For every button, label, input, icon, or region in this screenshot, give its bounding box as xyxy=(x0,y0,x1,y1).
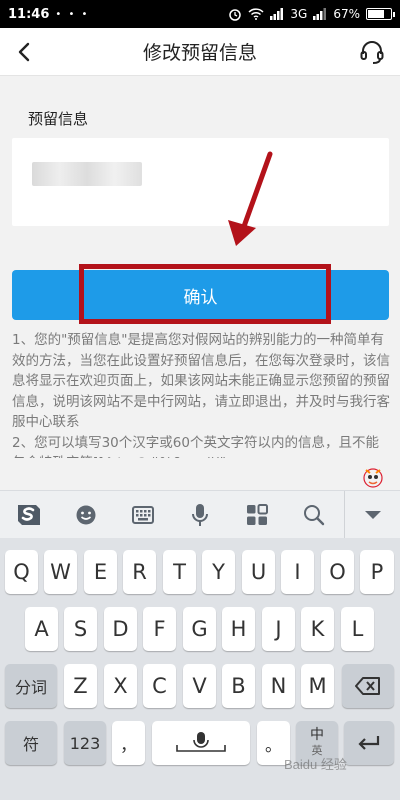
customer-service-button[interactable] xyxy=(358,38,386,66)
key-u[interactable]: U xyxy=(242,550,275,594)
key-l[interactable]: L xyxy=(341,607,374,651)
en-toggle-label: 英 xyxy=(311,744,323,757)
language-toggle-key[interactable]: 中 英 xyxy=(296,721,338,765)
section-label: 预留信息 xyxy=(28,110,89,128)
search-icon xyxy=(303,504,324,525)
signal-icon-2 xyxy=(313,8,327,20)
key-j[interactable]: J xyxy=(262,607,295,651)
key-p[interactable]: P xyxy=(360,550,394,594)
instruction-1: 1、您的"预留信息"是提高您对假网站的辨别能力的一种简单有效的方法，当您在此设置… xyxy=(12,332,390,430)
zh-toggle-label: 中 xyxy=(310,727,324,743)
key-f[interactable]: F xyxy=(143,607,176,651)
nav-bar: 修改预留信息 xyxy=(0,28,400,76)
enter-icon xyxy=(358,736,380,750)
keyboard-icon xyxy=(131,505,154,524)
smiley-icon xyxy=(76,505,95,524)
key-y[interactable]: Y xyxy=(202,550,235,594)
wifi-icon xyxy=(248,8,264,20)
status-bar: 11:46 • • • 3G 67% xyxy=(0,0,400,28)
headset-icon xyxy=(360,41,384,64)
key-s[interactable]: S xyxy=(64,607,97,651)
signal-icon xyxy=(270,8,284,20)
sogou-logo-icon xyxy=(17,504,40,525)
notification-dots: • • • xyxy=(55,8,90,20)
alarm-icon xyxy=(229,9,242,21)
hide-keyboard-button[interactable] xyxy=(344,490,400,539)
key-m[interactable]: M xyxy=(301,664,334,708)
reserved-info-input[interactable] xyxy=(12,138,389,226)
period-key[interactable]: 。 xyxy=(257,721,290,765)
page-title: 修改预留信息 xyxy=(142,42,257,64)
voice-input-button[interactable] xyxy=(171,491,228,539)
network-type: 3G xyxy=(290,7,308,21)
status-icons: 3G 67% xyxy=(228,7,395,21)
back-button[interactable] xyxy=(10,38,38,66)
keyboard-toolbar xyxy=(0,490,400,539)
grid-icon xyxy=(246,503,268,525)
space-mic-icon xyxy=(176,732,226,752)
keyboard-skin-icon[interactable] xyxy=(360,464,386,490)
battery-percent: 67% xyxy=(333,7,360,21)
key-o[interactable]: O xyxy=(321,550,354,594)
space-key[interactable] xyxy=(152,721,250,765)
reserved-info-card xyxy=(12,138,389,226)
fenci-key[interactable]: 分词 xyxy=(5,664,57,708)
key-n[interactable]: N xyxy=(262,664,295,708)
search-button[interactable] xyxy=(285,491,342,539)
enter-key[interactable] xyxy=(344,721,394,765)
key-q[interactable]: Q xyxy=(5,550,38,594)
key-g[interactable]: G xyxy=(183,607,216,651)
instructions-text: 1、您的"预留信息"是提高您对假网站的辨别能力的一种简单有效的方法，当您在此设置… xyxy=(12,330,390,458)
chevron-left-icon xyxy=(18,42,30,62)
soft-keyboard: Q W E R T Y U I O P A S D F G H J K L 分词… xyxy=(0,538,400,800)
confirm-button[interactable]: 确认 xyxy=(12,270,389,320)
backspace-key[interactable] xyxy=(342,664,394,708)
instruction-2: 2、您可以填写30个汉字或60个英文字符以内的信息，且不能包含特殊字符[]^$~… xyxy=(12,434,379,459)
key-i[interactable]: I xyxy=(281,550,314,594)
key-h[interactable]: H xyxy=(222,607,255,651)
comma-key[interactable]: ， xyxy=(112,721,145,765)
battery-icon xyxy=(366,8,395,20)
key-r[interactable]: R xyxy=(123,550,156,594)
symbol-key[interactable]: 符 xyxy=(5,721,57,765)
status-time: 11:46 xyxy=(8,6,50,22)
key-v[interactable]: V xyxy=(183,664,216,708)
emoji-button[interactable] xyxy=(57,491,114,539)
chevron-down-icon xyxy=(364,510,381,519)
key-z[interactable]: Z xyxy=(64,664,97,708)
backspace-icon xyxy=(355,677,380,695)
toolbox-button[interactable] xyxy=(228,491,285,539)
key-k[interactable]: K xyxy=(301,607,334,651)
mascot-icon xyxy=(363,468,383,488)
key-t[interactable]: T xyxy=(163,550,196,594)
keyboard-switch-button[interactable] xyxy=(114,491,171,539)
microphone-icon xyxy=(191,503,208,526)
key-c[interactable]: C xyxy=(143,664,176,708)
key-d[interactable]: D xyxy=(104,607,137,651)
key-e[interactable]: E xyxy=(84,550,117,594)
key-x[interactable]: X xyxy=(104,664,137,708)
number-key[interactable]: 123 xyxy=(64,721,106,765)
key-b[interactable]: B xyxy=(222,664,255,708)
key-a[interactable]: A xyxy=(25,607,58,651)
key-w[interactable]: W xyxy=(44,550,77,594)
sogou-logo-button[interactable] xyxy=(0,491,57,539)
